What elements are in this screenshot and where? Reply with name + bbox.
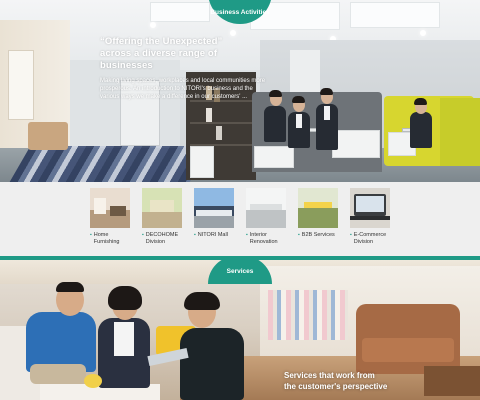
services-badge-label: Services: [226, 267, 254, 275]
hero-heading-line2: across a diverse range of businesses: [100, 48, 218, 71]
services-hero[interactable]: Services Services that work from the cus…: [0, 256, 480, 400]
man-hair: [56, 282, 84, 292]
nav-label-row: ▪ DECOHOME Division: [142, 232, 186, 246]
laptop-screen: [356, 196, 384, 212]
nav-item-home-furnishing[interactable]: ▪ Home Furnishing: [90, 188, 134, 246]
nav-label-row: ▪ NITORI Mall: [194, 232, 238, 239]
nav-item-e-commerce[interactable]: ▪ E-Commerce Division: [350, 188, 394, 246]
ceiling-light-panel: [150, 2, 210, 22]
page: Business Activities “Offering the Unexpe…: [0, 0, 480, 400]
person-hair: [292, 96, 305, 103]
person-body: [410, 112, 432, 148]
nav-item-label: B2B Services: [301, 232, 335, 238]
person-hair: [269, 90, 282, 97]
nav-item-interior-renovation[interactable]: ▪ Interior Renovation: [246, 188, 290, 246]
ceiling-light-panel: [350, 2, 440, 28]
person-hair: [320, 88, 333, 95]
hero-text-block: “Offering the Unexpected” across a diver…: [100, 36, 270, 101]
laptop-base: [350, 216, 390, 220]
nav-item-nitori-mall[interactable]: ▪ NITORI Mall: [194, 188, 238, 239]
e-commerce-thumbnail[interactable]: [350, 188, 390, 228]
person-hair: [414, 98, 427, 105]
shelf-board: [190, 122, 252, 124]
man-trousers: [30, 364, 86, 384]
staff-uniform: [180, 328, 244, 400]
nav-item-label: E-Commerce Division: [353, 232, 387, 245]
thumb-detail: [110, 206, 126, 216]
bullet-icon: ▪: [246, 232, 248, 238]
nav-item-label: Interior Renovation: [249, 232, 278, 245]
woman-hair: [108, 286, 142, 310]
bullet-icon: ▪: [350, 232, 352, 238]
left-window: [8, 50, 34, 120]
business-activities-hero[interactable]: Business Activities “Offering the Unexpe…: [0, 0, 480, 182]
man-shirt: [26, 312, 96, 372]
bullet-icon: ▪: [298, 232, 300, 238]
wooden-bench: [28, 122, 68, 150]
services-caption-line2: the customer's perspective: [284, 382, 388, 391]
person-shirt: [296, 114, 302, 128]
thumb-detail: [94, 198, 106, 214]
thumb-detail: [250, 204, 282, 210]
business-nav-strip: ▪ Home Furnishing ▪ DECOHOME Division ▪ NIT…: [0, 182, 480, 256]
nav-item-label: NITORI Mall: [197, 232, 228, 238]
woman-blouse: [114, 322, 134, 356]
nitori-mall-thumbnail[interactable]: [194, 188, 234, 228]
hero-heading-line1: “Offering the Unexpected”: [100, 36, 223, 47]
business-activities-badge-label: Business Activities: [210, 9, 270, 16]
booth-seat: [254, 146, 294, 168]
nav-item-label: DECOHOME Division: [145, 232, 179, 245]
decohome-thumbnail[interactable]: [142, 188, 182, 228]
ceiling-spotlight: [420, 30, 426, 36]
services-caption-line1: Services that work from: [284, 371, 375, 380]
home-furnishing-thumbnail[interactable]: [90, 188, 130, 228]
nav-item-label: Home Furnishing: [93, 232, 120, 245]
flower-vase: [84, 374, 102, 388]
cabinet-door: [190, 146, 214, 178]
bullet-icon: ▪: [142, 232, 144, 238]
hero-heading: “Offering the Unexpected” across a diver…: [100, 36, 270, 72]
clothing-rack: [268, 290, 348, 340]
person-body: [264, 106, 286, 142]
coffee-table: [424, 366, 480, 396]
interior-renovation-thumbnail[interactable]: [246, 188, 286, 228]
hero-body-text: Making living spaces, workplaces and loc…: [100, 78, 266, 100]
thumb-detail: [304, 202, 332, 208]
b2b-services-thumbnail[interactable]: [298, 188, 338, 228]
book: [216, 126, 222, 140]
services-caption: Services that work from the customer's p…: [284, 370, 387, 392]
sofa-seat: [362, 338, 454, 362]
staff-hair: [184, 292, 220, 310]
book: [206, 108, 212, 122]
bullet-icon: ▪: [90, 232, 92, 238]
nav-label-row: ▪ Home Furnishing: [90, 232, 134, 246]
nav-label-row: ▪ Interior Renovation: [246, 232, 290, 246]
nav-item-b2b-services[interactable]: ▪ B2B Services: [298, 188, 342, 239]
booth-seat: [332, 130, 380, 158]
nav-label-row: ▪ B2B Services: [298, 232, 342, 239]
thumb-detail: [150, 200, 174, 212]
person-shirt: [324, 106, 330, 120]
bullet-icon: ▪: [194, 232, 196, 238]
nav-label-row: ▪ E-Commerce Division: [350, 232, 394, 246]
ceiling-spotlight: [150, 22, 156, 28]
thumb-detail: [196, 210, 232, 216]
laptop-icon: [354, 194, 386, 216]
nav-item-decohome[interactable]: ▪ DECOHOME Division: [142, 188, 186, 246]
yellow-booth-back: [440, 98, 480, 166]
patterned-carpet: [9, 146, 211, 182]
